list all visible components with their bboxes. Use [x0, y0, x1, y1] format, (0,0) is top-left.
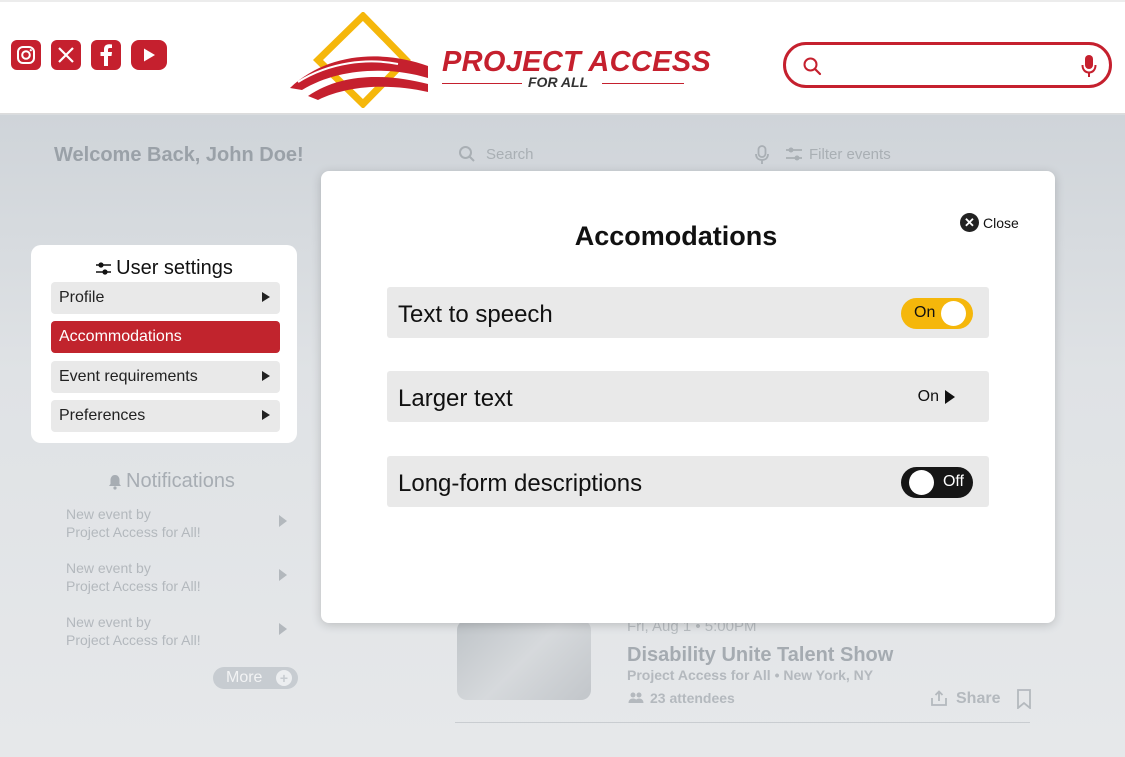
header-search-bar[interactable] [783, 42, 1112, 88]
setting-row-larger-text: Larger text On [387, 371, 989, 422]
larger-text-submenu-button[interactable]: On [918, 388, 955, 406]
setting-label: Text to speech [398, 301, 553, 328]
toggle-state: Off [942, 473, 964, 490]
notification-line: Project Access for All! [66, 632, 201, 648]
text-to-speech-toggle[interactable]: On [901, 298, 973, 329]
notification-item[interactable]: New event by Project Access for All! [66, 613, 291, 649]
chevron-right-icon [279, 623, 287, 635]
settings-item-accommodations[interactable]: Accommodations [51, 321, 280, 353]
sliders-icon [96, 261, 112, 275]
x-icon[interactable] [51, 40, 81, 70]
divider [455, 722, 1030, 723]
search-icon [802, 56, 822, 81]
notifications-heading: Notifications [108, 470, 235, 493]
user-settings-panel: User settings Profile Accommodations Eve… [31, 245, 297, 443]
settings-item-profile[interactable]: Profile [51, 282, 280, 314]
event-attendees: 23 attendees [628, 690, 735, 706]
header-search-input[interactable] [826, 54, 1076, 76]
settings-item-preferences[interactable]: Preferences [51, 400, 280, 432]
notification-line: New event by [66, 614, 151, 630]
plus-icon: + [276, 670, 292, 686]
setting-state: On [917, 388, 939, 405]
chevron-right-icon [262, 371, 270, 381]
play-arrow-icon [945, 390, 955, 404]
notification-item[interactable]: New event by Project Access for All! [66, 505, 291, 541]
chevron-right-icon [279, 515, 287, 527]
event-actions: Share [930, 689, 1032, 709]
notifications-title: Notifications [126, 470, 235, 492]
settings-item-label: Event requirements [59, 368, 198, 385]
settings-item-label: Accommodations [59, 328, 182, 345]
instagram-icon[interactable] [11, 40, 41, 70]
notification-item[interactable]: New event by Project Access for All! [66, 559, 291, 595]
setting-row-text-to-speech: Text to speech On [387, 287, 989, 338]
bookmark-icon[interactable] [1016, 689, 1032, 709]
toggle-knob [941, 301, 966, 326]
event-search-placeholder: Search [486, 145, 534, 163]
notification-line: New event by [66, 560, 151, 576]
user-settings-heading: User settings [31, 257, 297, 280]
search-icon [459, 146, 475, 162]
setting-row-long-form-descriptions: Long-form descriptions Off [387, 456, 989, 507]
logo-rule-right [602, 83, 684, 84]
logo-subtitle: FOR ALL [528, 74, 589, 90]
settings-item-label: Preferences [59, 407, 146, 424]
chevron-right-icon [262, 292, 270, 302]
attendees-count: 23 attendees [650, 690, 735, 706]
sliders-icon [786, 147, 802, 161]
user-settings-title: User settings [116, 257, 233, 279]
settings-item-label: Profile [59, 289, 105, 306]
site-header: PROJECT ACCESS FOR ALL [0, 0, 1125, 114]
youtube-icon[interactable] [131, 40, 167, 70]
people-icon [628, 692, 644, 703]
settings-item-event-requirements[interactable]: Event requirements [51, 361, 280, 393]
notification-line: Project Access for All! [66, 524, 201, 540]
modal-title: Accomodations [574, 221, 778, 251]
event-thumbnail[interactable] [457, 620, 591, 700]
notification-line: Project Access for All! [66, 578, 201, 594]
event-organizer: Project Access for All • New York, NY [627, 667, 874, 683]
toggle-state: On [914, 304, 936, 321]
facebook-icon[interactable] [91, 40, 121, 70]
event-search[interactable]: Search [458, 145, 534, 163]
share-icon[interactable] [930, 690, 948, 708]
long-form-descriptions-toggle[interactable]: Off [901, 467, 973, 498]
toggle-knob [909, 470, 934, 495]
microphone-icon[interactable] [1081, 54, 1097, 83]
bell-icon [109, 474, 121, 490]
microphone-icon[interactable] [755, 145, 769, 170]
setting-label: Larger text [398, 385, 513, 412]
event-title[interactable]: Disability Unite Talent Show [627, 644, 893, 667]
accommodations-modal: ✕ Close Accomodations Text to speech On … [321, 171, 1055, 623]
social-links [11, 40, 167, 70]
setting-label: Long-form descriptions [398, 470, 643, 497]
chevron-right-icon [262, 410, 270, 420]
project-access-logo[interactable]: PROJECT ACCESS FOR ALL [288, 12, 711, 108]
more-notifications-button[interactable]: More + [213, 667, 298, 689]
logo-rule-left [442, 83, 522, 84]
notification-line: New event by [66, 506, 151, 522]
chevron-right-icon [279, 569, 287, 581]
share-label[interactable]: Share [956, 690, 1000, 708]
welcome-heading: Welcome Back, John Doe! [54, 144, 304, 166]
filter-events-button[interactable]: Filter events [785, 145, 891, 163]
more-label: More [226, 669, 263, 686]
filter-events-label: Filter events [809, 145, 891, 163]
